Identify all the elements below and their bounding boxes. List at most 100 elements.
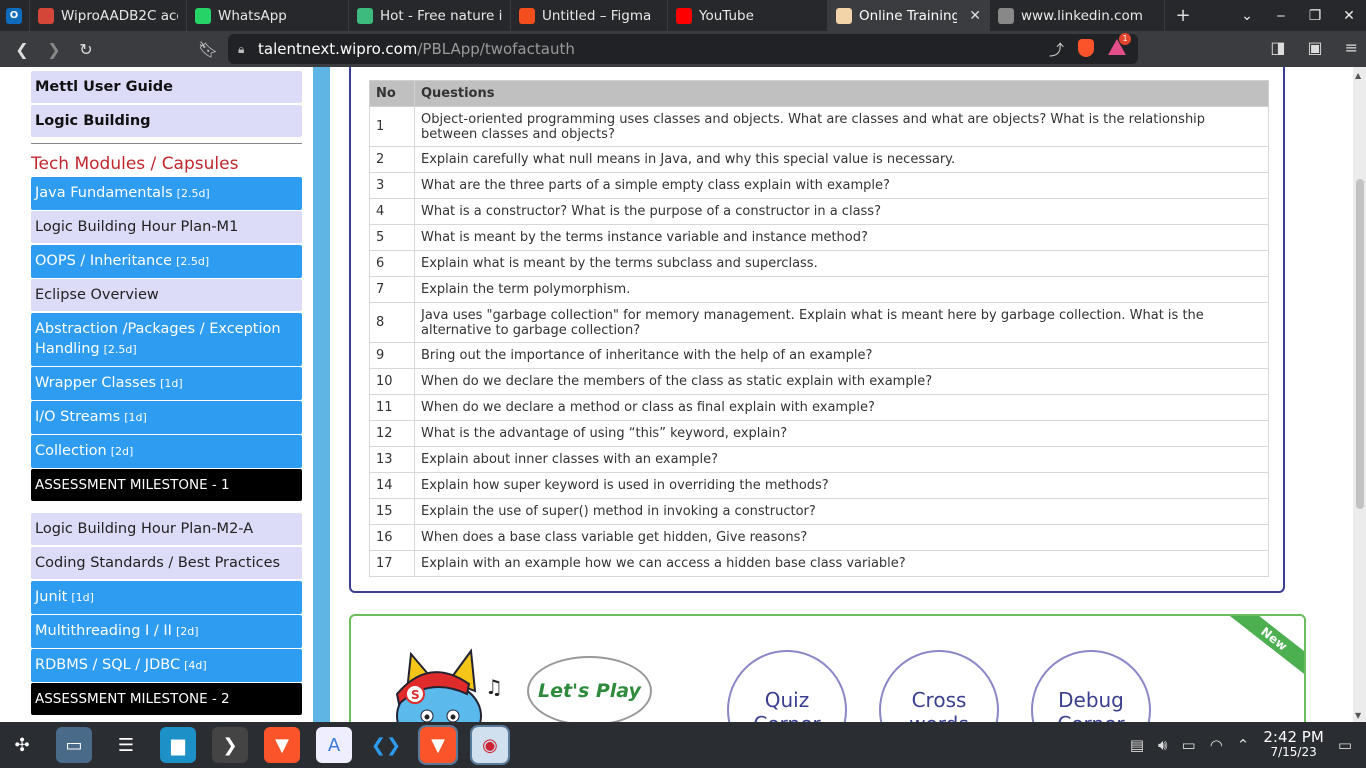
question-text: When do we declare the members of the cl…: [414, 368, 1269, 395]
brave-rewards-icon[interactable]: 1: [1108, 32, 1131, 55]
screenshot-tool-icon[interactable]: ◉: [470, 725, 510, 765]
volume-icon[interactable]: 🔊︎: [1158, 736, 1167, 754]
wallet-icon[interactable]: ▣: [1307, 38, 1322, 57]
scroll-up-arrow[interactable]: ▲: [1355, 71, 1361, 80]
browser-tab[interactable]: YouTube: [668, 0, 828, 31]
toolbar-right: ◨ ▣ ≡: [1270, 38, 1358, 57]
system-tray: ▤ 🔊︎ ▭ ◠ ⌃ 2:42 PM 7/15/23 ▭: [1130, 730, 1366, 760]
tab-label: www.linkedin.com: [1021, 7, 1143, 24]
tab-search-icon[interactable]: ⌄: [1230, 8, 1264, 24]
quiz-corner-button[interactable]: Quiz Corner: [727, 650, 847, 722]
question-number: 7: [369, 276, 415, 303]
terminal-icon[interactable]: ❯: [212, 727, 248, 763]
system-settings-icon[interactable]: ☰: [108, 727, 144, 763]
reload-button[interactable]: ↻: [70, 40, 102, 59]
sidebar-module-item[interactable]: Collection [2d]: [31, 435, 302, 468]
sidebar-item-label: ASSESSMENT MILESTONE - 2: [35, 691, 230, 707]
sidebar-module-item[interactable]: Coding Standards / Best Practices: [31, 547, 302, 579]
tray-expand-icon[interactable]: ⌃: [1237, 736, 1250, 754]
browser-tab[interactable]: WiproAADB2C accou: [30, 0, 187, 31]
rewards-badge: 1: [1119, 32, 1131, 45]
sidebar-toggle-icon[interactable]: ◨: [1270, 38, 1285, 57]
sidebar-module-item[interactable]: Abstraction /Packages / Exception Handli…: [31, 313, 302, 366]
sidebar-module-item[interactable]: I/O Streams [1d]: [31, 401, 302, 434]
browser-tab[interactable]: WhatsApp: [187, 0, 349, 31]
scroll-down-arrow[interactable]: ▼: [1355, 711, 1361, 720]
question-text: Explain the use of super() method in inv…: [414, 498, 1269, 525]
new-tab-button[interactable]: +: [1165, 5, 1201, 26]
sidebar-module-item[interactable]: Logic Building Hour Plan-M2-A: [31, 513, 302, 545]
browser-tab[interactable]: www.linkedin.com: [990, 0, 1165, 31]
sidebar-item-label: Junit: [35, 589, 68, 605]
debug-corner-button[interactable]: Debug Corner: [1031, 650, 1151, 722]
sidebar-item-mettl-guide[interactable]: Mettl User Guide: [31, 71, 302, 103]
question-text: Object-oriented programming uses classes…: [414, 106, 1269, 147]
minimize-button[interactable]: ‒: [1264, 8, 1298, 24]
scroll-thumb[interactable]: [1356, 179, 1364, 509]
question-number: 16: [369, 524, 415, 551]
menu-icon[interactable]: ≡: [1345, 38, 1358, 57]
sidebar-module-item[interactable]: RDBMS / SQL / JDBC [4d]: [31, 649, 302, 682]
figma-icon: [519, 7, 535, 24]
close-window-button[interactable]: ✕: [1332, 8, 1366, 24]
brave-browser-icon[interactable]: ▼: [264, 727, 300, 763]
wifi-icon[interactable]: ◠: [1210, 736, 1223, 754]
question-text: Explain what is meant by the terms subcl…: [414, 250, 1269, 277]
android-studio-icon[interactable]: A: [316, 727, 352, 763]
sidebar-item-label: I/O Streams: [35, 409, 121, 425]
globe-icon: [998, 7, 1014, 24]
sidebar-module-item[interactable]: OOPS / Inheritance [2.5d]: [31, 245, 302, 278]
browser-tab[interactable]: Untitled – Figma: [511, 0, 668, 31]
table-row: 13 Explain about inner classes with an e…: [369, 446, 1269, 473]
question-text: What is meant by the terms instance vari…: [414, 224, 1269, 251]
back-button[interactable]: ❮: [6, 40, 38, 59]
vscode-icon[interactable]: ❮❯: [368, 727, 404, 763]
app-launcher-icon[interactable]: ✣: [4, 727, 40, 763]
question-text: Bring out the importance of inheritance …: [414, 342, 1269, 369]
sidebar-module-item[interactable]: Java Fundamentals [2.5d]: [31, 177, 302, 210]
clipboard-icon[interactable]: ▤: [1130, 736, 1144, 754]
sidebar-module-item[interactable]: Wrapper Classes [1d]: [31, 367, 302, 400]
close-tab-icon[interactable]: ✕: [969, 8, 981, 24]
tab-label: WhatsApp: [218, 7, 287, 24]
section-title: Tech Modules / Capsules: [31, 154, 239, 174]
table-row: 17 Explain with an example how we can ac…: [369, 550, 1269, 577]
sidebar-item-logic-building[interactable]: Logic Building: [31, 105, 302, 137]
brave-browser-active-icon[interactable]: ▼: [418, 725, 458, 765]
sidebar-module-item[interactable]: Logic Building Hour Plan-M1: [31, 211, 302, 243]
brave-shield-icon[interactable]: [1078, 38, 1094, 57]
outlook-icon: O: [6, 7, 22, 24]
outlook-tab-icon[interactable]: O: [0, 0, 30, 31]
maximize-button[interactable]: ❐: [1298, 8, 1332, 24]
freepik-icon: [357, 7, 373, 24]
show-desktop-icon[interactable]: ▭: [1338, 736, 1352, 754]
sidebar-module-item[interactable]: Eclipse Overview: [31, 279, 302, 311]
sidebar-module-item[interactable]: Multithreading I / II [2d]: [31, 615, 302, 648]
sidebar-item-label: Mettl User Guide: [35, 79, 173, 95]
url-field[interactable]: 🔒︎ talentnext.wipro.com /PBLApp/twofacta…: [228, 32, 1138, 64]
crosswords-button[interactable]: Cross words: [879, 650, 999, 722]
section-divider: [31, 143, 302, 144]
question-number: 9: [369, 342, 415, 369]
desktop-pager-icon[interactable]: ▭: [56, 727, 92, 763]
bookmark-icon[interactable]: 🔖︎: [192, 40, 224, 59]
sidebar-module-item[interactable]: ASSESSMENT MILESTONE - 1: [31, 469, 302, 501]
forward-button[interactable]: ❯: [38, 40, 70, 59]
column-header-no: No: [369, 80, 415, 107]
clock[interactable]: 2:42 PM 7/15/23: [1263, 730, 1323, 760]
page-scrollbar[interactable]: ▲ ▼: [1353, 67, 1366, 722]
sidebar-module-item[interactable]: ASSESSMENT MILESTONE - 2: [31, 683, 302, 715]
battery-icon[interactable]: ▭: [1182, 736, 1196, 754]
sidebar-item-label: ASSESSMENT MILESTONE - 1: [35, 477, 230, 493]
sidebar-item-label: Logic Building Hour Plan-M1: [35, 219, 239, 235]
sidebar-item-label: Abstraction /Packages / Exception Handli…: [35, 321, 281, 357]
sidebar-item-label: Wrapper Classes: [35, 375, 157, 391]
sidebar-item-label: Logic Building: [35, 113, 151, 129]
question-text: Java uses "garbage collection" for memor…: [414, 302, 1269, 343]
share-icon[interactable]: ⤴: [1049, 39, 1064, 60]
file-manager-icon[interactable]: ▆: [160, 727, 196, 763]
browser-tab[interactable]: Hot - Free nature ico: [349, 0, 511, 31]
browser-tab[interactable]: Online Training ✕: [828, 0, 990, 31]
sidebar-module-item[interactable]: Junit [1d]: [31, 581, 302, 614]
table-row: 11 When do we declare a method or class …: [369, 394, 1269, 421]
